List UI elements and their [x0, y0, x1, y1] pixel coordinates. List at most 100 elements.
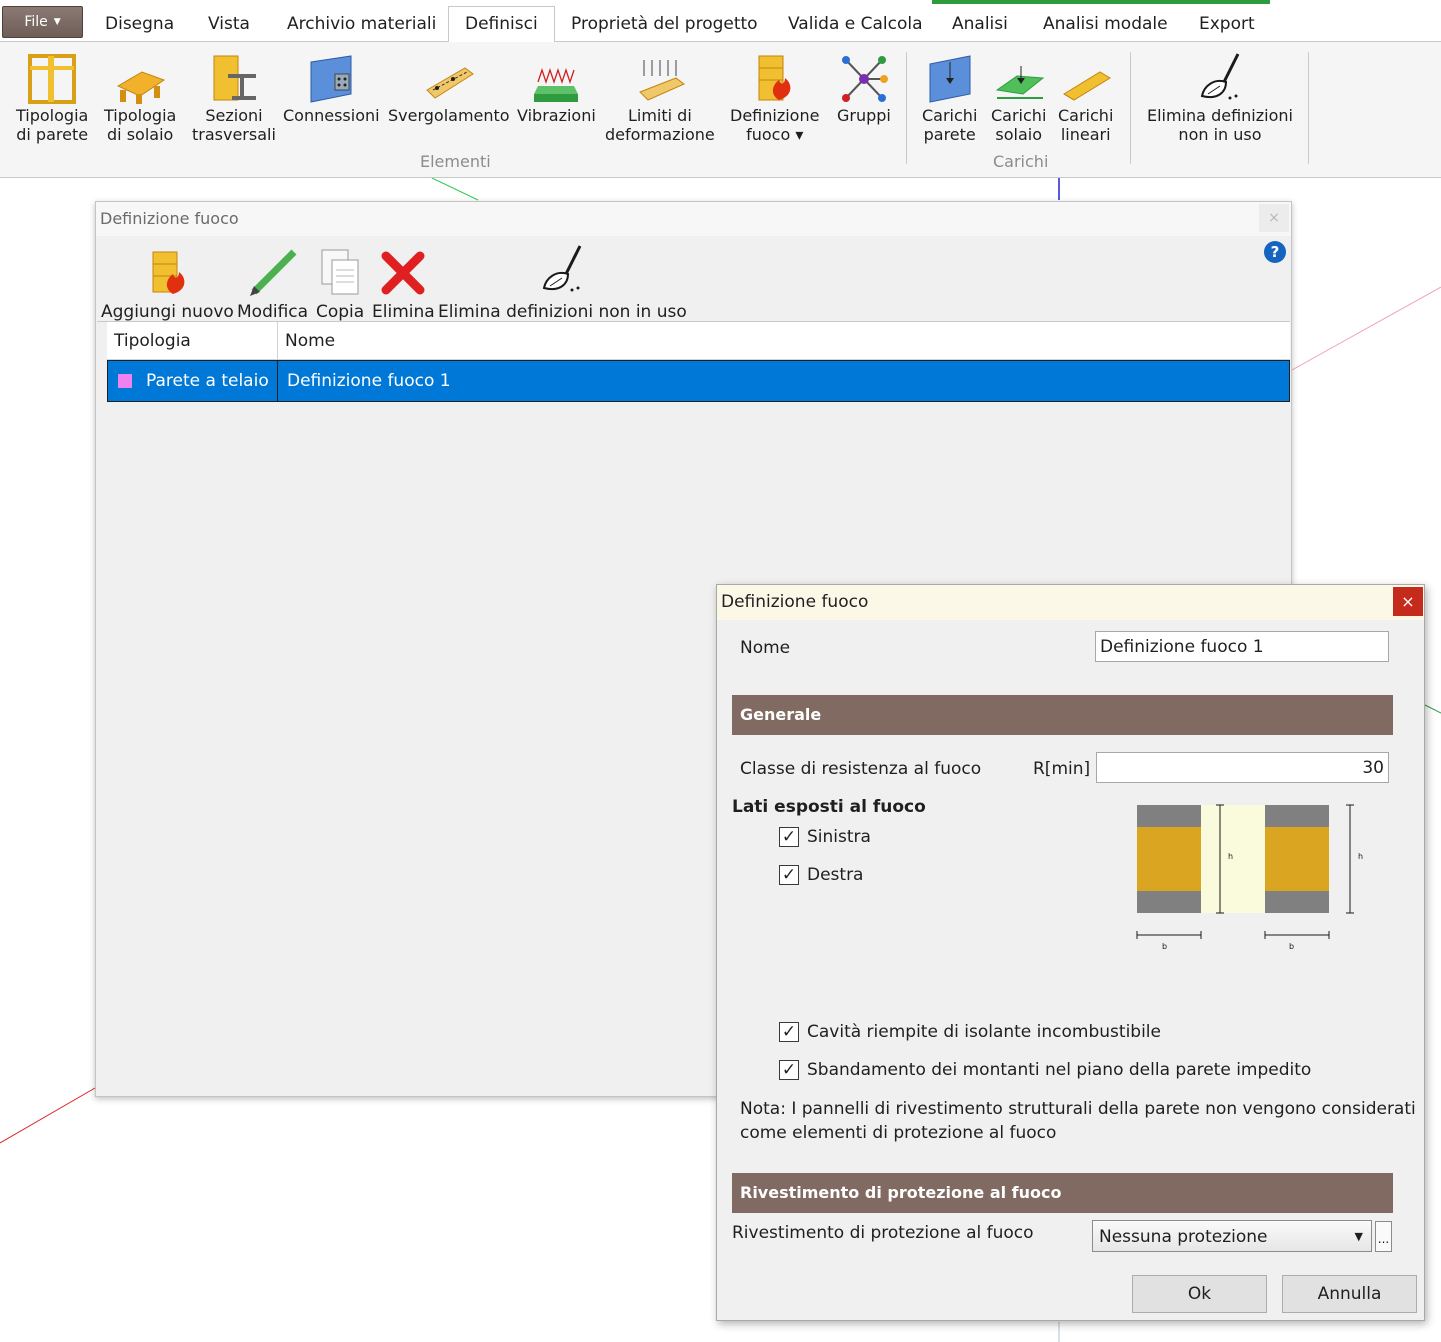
line-load-icon: [1062, 71, 1111, 101]
wall-type-button[interactable]: Tipologia di parete: [16, 50, 88, 144]
add-new-button[interactable]: Aggiungi nuovo: [101, 242, 234, 322]
line-loads-button[interactable]: Carichi lineari: [1058, 50, 1113, 144]
lateral-buckling-button[interactable]: Svergolamento: [388, 50, 510, 125]
ribbon-tab-bar: File ▼ Disegna Vista Archivio materiali …: [0, 0, 1441, 43]
resistance-class-label: Classe di resistenza al fuoco: [740, 759, 982, 779]
floor-type-button[interactable]: Tipologia di solaio: [104, 50, 176, 144]
deformation-limits-button[interactable]: Limiti di deformazione: [605, 50, 715, 144]
fire-wall-add-icon: [152, 251, 185, 294]
tab-valida-calcola[interactable]: Valida e Calcola: [788, 14, 923, 34]
cell-tipologia[interactable]: Parete a telaio: [108, 361, 278, 401]
groups-button[interactable]: Gruppi: [837, 50, 891, 125]
tab-analisi[interactable]: Analisi: [952, 14, 1008, 34]
wall-load-icon: [929, 55, 971, 103]
column-header-nome[interactable]: Nome: [285, 331, 335, 351]
vibrations-button[interactable]: Vibrazioni: [517, 50, 596, 125]
fire-definition-dialog: Definizione fuoco × Nome Definizione fuo…: [716, 584, 1425, 1321]
check-icon: ✓: [781, 1060, 797, 1080]
floor-loads-button[interactable]: Carichi solaio: [991, 50, 1046, 144]
close-button[interactable]: ×: [1259, 204, 1289, 232]
table-row[interactable]: Parete a telaio Definizione fuoco 1: [107, 360, 1290, 402]
check-icon: ✓: [781, 827, 797, 847]
group-separator: [1308, 52, 1309, 164]
close-icon: ×: [1268, 210, 1280, 226]
groups-network-icon: [841, 56, 888, 102]
vibration-icon: [534, 67, 579, 102]
tab-disegna[interactable]: Disegna: [105, 14, 174, 34]
cancel-button[interactable]: Annulla: [1282, 1275, 1417, 1313]
group-label-elementi: Elementi: [420, 152, 491, 171]
ribbon-panel: Tipologia di parete Tipologia di solaio …: [0, 42, 1441, 178]
checkbox-box[interactable]: ✓: [779, 1060, 799, 1080]
note-text-line-2: come elementi di protezione al fuoco: [740, 1123, 1057, 1143]
tab-definisci[interactable]: Definisci: [448, 6, 555, 43]
dialog-title-bar[interactable]: Definizione fuoco ×: [717, 585, 1424, 620]
edit-button[interactable]: Modifica: [237, 242, 308, 322]
connections-button[interactable]: Connessioni: [283, 50, 380, 125]
section-header-generale: Generale: [732, 695, 1393, 735]
cross-sections-button[interactable]: Sezioni trasversali: [192, 50, 276, 144]
close-icon: ×: [1401, 592, 1415, 611]
cell-tipologia-text: Parete a telaio: [146, 371, 269, 391]
cross-section-icon: [213, 55, 256, 101]
cladding-selected-value: Nessuna protezione: [1099, 1227, 1268, 1247]
wall-loads-button[interactable]: Carichi parete: [922, 50, 977, 144]
cavity-insulation-checkbox[interactable]: ✓ Cavità riempite di isolante incombusti…: [779, 1022, 1161, 1042]
grid-header: Tipologia Nome: [107, 322, 1290, 360]
diagram-b-label: b: [1162, 942, 1167, 951]
group-separator: [1130, 52, 1131, 164]
column-separator[interactable]: [277, 322, 278, 360]
broom-icon: [1200, 53, 1240, 100]
diagram-h-label: h: [1358, 852, 1363, 861]
fire-wall-icon: [758, 55, 791, 101]
tab-vista[interactable]: Vista: [208, 14, 250, 34]
connection-plate-icon: [310, 55, 352, 103]
delete-button[interactable]: Elimina: [372, 242, 435, 322]
column-header-tipologia[interactable]: Tipologia: [114, 331, 191, 351]
cleanup-definitions-button[interactable]: Elimina definizioni non in uso: [1147, 50, 1293, 144]
section-header-rivestimento: Rivestimento di protezione al fuoco: [732, 1173, 1393, 1213]
wall-frame-icon: [28, 54, 77, 104]
tab-analisi-modale[interactable]: Analisi modale: [1043, 14, 1168, 34]
check-icon: ✓: [781, 1022, 797, 1042]
left-side-checkbox[interactable]: ✓ Sinistra: [779, 827, 871, 847]
buckling-prevented-checkbox[interactable]: ✓ Sbandamento dei montanti nel piano del…: [779, 1060, 1311, 1080]
checkbox-box[interactable]: ✓: [779, 827, 799, 847]
resistance-unit-label: R[min]: [1033, 759, 1091, 779]
window-title: Definizione fuoco: [100, 209, 239, 228]
close-button[interactable]: ×: [1393, 587, 1423, 616]
ok-button[interactable]: Ok: [1132, 1275, 1267, 1313]
axis-line-green: [431, 177, 479, 201]
tab-archivio-materiali[interactable]: Archivio materiali: [287, 14, 436, 34]
diagram-b-label: b: [1289, 942, 1294, 951]
deformation-icon: [638, 60, 685, 101]
file-menu-button[interactable]: File ▼: [2, 6, 83, 38]
window-title-bar[interactable]: Definizione fuoco ×: [96, 202, 1291, 236]
file-label: File: [24, 14, 48, 30]
help-icon[interactable]: ?: [1264, 241, 1286, 263]
name-field[interactable]: Definizione fuoco 1: [1095, 631, 1389, 662]
tab-proprieta-progetto[interactable]: Proprietà del progetto: [571, 14, 758, 34]
group-label-carichi: Carichi: [993, 152, 1049, 171]
exposed-sides-label: Lati esposti al fuoco: [732, 797, 926, 817]
right-side-checkbox[interactable]: ✓ Destra: [779, 865, 863, 885]
cell-nome[interactable]: Definizione fuoco 1: [287, 371, 451, 391]
copy-button[interactable]: Copia: [316, 242, 364, 322]
delete-x-icon: [381, 251, 425, 295]
tab-export[interactable]: Export: [1199, 14, 1255, 34]
checkbox-box[interactable]: ✓: [779, 1022, 799, 1042]
floor-slab-icon: [117, 71, 166, 104]
axis-line-green-2: [1424, 704, 1441, 714]
cladding-browse-button[interactable]: ...: [1375, 1221, 1392, 1252]
dialog-title: Definizione fuoco: [721, 592, 869, 612]
resistance-class-field[interactable]: 30: [1096, 752, 1389, 783]
left-side-label: Sinistra: [807, 827, 871, 847]
axis-line-red: [0, 1087, 96, 1144]
fire-definition-button[interactable]: Definizione fuoco ▾: [730, 50, 819, 144]
checkbox-box[interactable]: ✓: [779, 865, 799, 885]
group-separator: [906, 52, 907, 164]
cleanup-unused-button[interactable]: Elimina definizioni non in uso: [438, 242, 687, 322]
cladding-select[interactable]: Nessuna protezione ▼: [1092, 1220, 1372, 1252]
pencil-icon: [249, 249, 297, 296]
check-icon: ✓: [781, 865, 797, 885]
